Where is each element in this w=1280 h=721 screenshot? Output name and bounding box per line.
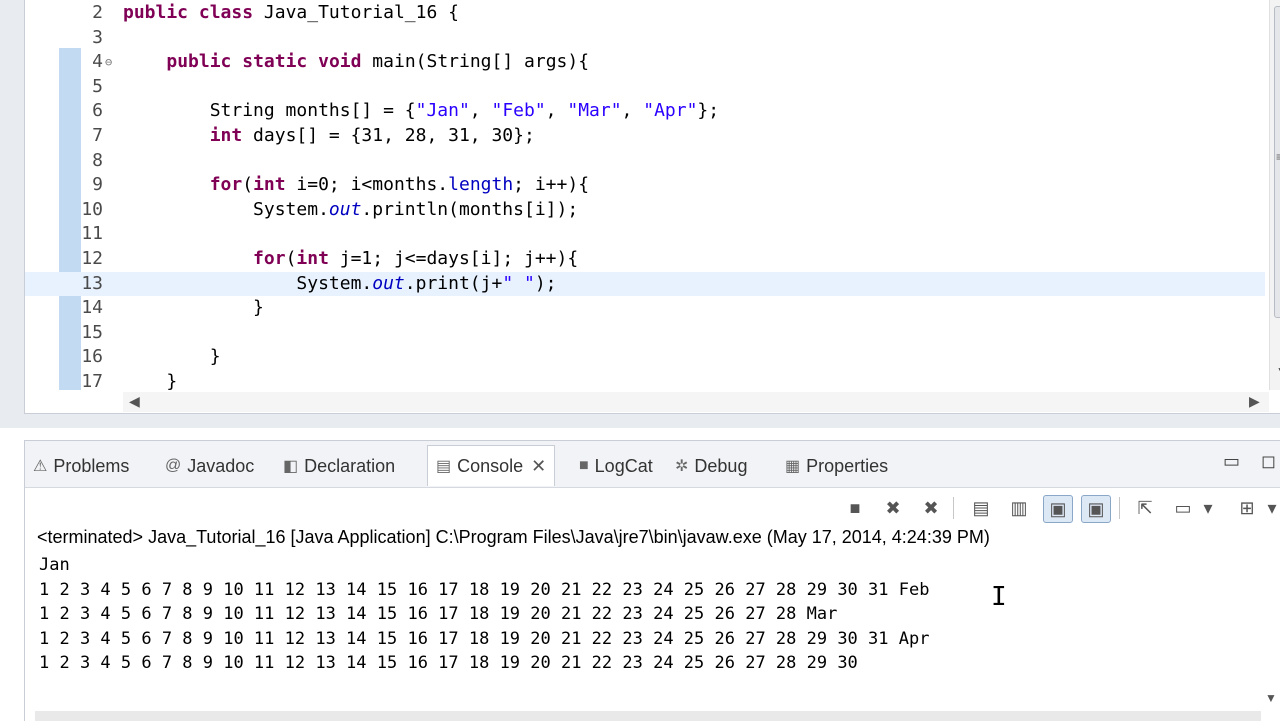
tab-logcat[interactable]: ■ LogCat bbox=[579, 453, 653, 479]
clear-console-icon[interactable]: ▥ bbox=[1005, 495, 1033, 521]
scroll-grip-icon: ≡ bbox=[1276, 150, 1280, 164]
tab-label: Debug bbox=[694, 455, 748, 476]
line-number: 4 bbox=[92, 51, 103, 73]
tab-label: Javadoc bbox=[187, 455, 255, 476]
tab-declaration[interactable]: ◧ Declaration bbox=[283, 453, 395, 479]
console-status-line: <terminated> Java_Tutorial_16 [Java Appl… bbox=[37, 527, 990, 547]
view-tabs: ▭ ◻ ⚠ Problems @ Javadoc ◧ Declaration ▤ Consol… bbox=[25, 441, 1280, 488]
console-toolbar: ■ ✖ ✖ ▤ ▥ ▣ ▣ ⇱ ▭ ▾ ⊞ ▾ bbox=[25, 489, 1280, 527]
code-line[interactable]: 8 bbox=[25, 149, 1265, 173]
code-line[interactable]: 12 for(int j=1; j<=days[i]; j++){ bbox=[25, 247, 1265, 271]
tab-properties[interactable]: ▦ Properties bbox=[785, 453, 888, 479]
code-text: public static void main(String[] args){ bbox=[166, 51, 590, 73]
code-text: System.out.println(months[i]); bbox=[123, 198, 579, 220]
line-number: 17 bbox=[81, 371, 103, 390]
logcat-icon: ■ bbox=[579, 457, 589, 474]
code-text: System.out.print(j+" "); bbox=[123, 272, 557, 294]
code-line[interactable]: 17 } bbox=[25, 370, 1265, 390]
line-number: 8 bbox=[92, 149, 103, 171]
tab-label: LogCat bbox=[594, 455, 653, 476]
scroll-right-arrow-icon[interactable]: ▶ bbox=[1249, 393, 1260, 410]
pin-console-icon[interactable]: ⇱ bbox=[1131, 495, 1159, 521]
code-line[interactable]: 15 bbox=[25, 321, 1265, 345]
terminate-icon[interactable]: ■ bbox=[841, 495, 869, 521]
line-number: 10 bbox=[81, 198, 103, 220]
code-line[interactable]: 10 System.out.println(months[i]); bbox=[25, 198, 1265, 222]
dropdown-icon[interactable]: ▾ bbox=[1201, 495, 1215, 521]
code-line[interactable]: 4 ⊖ public static void main(String[] args… bbox=[25, 50, 1265, 74]
code-text: public class Java_Tutorial_16 { bbox=[123, 2, 459, 23]
console-output[interactable]: Jan 1 2 3 4 5 6 7 8 9 10 11 12 13 14 15 … bbox=[39, 553, 1259, 703]
toolbar-separator bbox=[953, 497, 954, 519]
code-line[interactable]: 11 bbox=[25, 222, 1265, 246]
scroll-left-arrow-icon[interactable]: ◀ bbox=[129, 393, 140, 410]
line-number: 12 bbox=[81, 248, 103, 269]
console-vertical-scrollbar[interactable]: ▼ bbox=[1261, 551, 1280, 711]
code-line[interactable]: 2 public class Java_Tutorial_16 { bbox=[25, 1, 1265, 25]
line-number: 15 bbox=[81, 321, 103, 343]
tab-debug[interactable]: ✲ Debug bbox=[675, 453, 747, 479]
text-cursor-icon: I bbox=[991, 582, 1007, 612]
code-lines[interactable]: 2 public class Java_Tutorial_16 {3 4 ⊖ publ… bbox=[25, 0, 1265, 390]
code-text: int days[] = {31, 28, 31, 30}; bbox=[209, 125, 535, 146]
code-line[interactable]: 6 String months[] = {"Jan", "Feb", "Mar"… bbox=[25, 99, 1265, 123]
tab-label: Declaration bbox=[304, 455, 396, 476]
code-text: } bbox=[123, 346, 221, 368]
maximize-icon[interactable]: ◻ bbox=[1261, 451, 1276, 472]
line-number: 14 bbox=[81, 297, 103, 319]
code-text: } bbox=[123, 297, 264, 319]
code-text: } bbox=[123, 371, 178, 390]
remove-all-icon[interactable]: ✖ bbox=[917, 495, 945, 521]
code-line[interactable]: 16 } bbox=[25, 345, 1265, 369]
line-number: 7 bbox=[92, 125, 103, 146]
code-text: String months[] = {"Jan", "Feb", "Mar", … bbox=[123, 100, 720, 122]
declaration-icon: ◧ bbox=[283, 458, 299, 475]
line-number: 11 bbox=[81, 223, 103, 245]
line-number: 16 bbox=[81, 346, 103, 368]
code-line[interactable]: 13 System.out.print(j+" "); bbox=[25, 271, 1265, 296]
tab-javadoc[interactable]: @ Javadoc bbox=[165, 453, 254, 479]
editor-horizontal-scrollbar[interactable]: ◀ ▶ bbox=[123, 392, 1269, 412]
scroll-lock-icon[interactable]: ▤ bbox=[967, 495, 995, 521]
show-on-stdout-icon[interactable]: ▣ bbox=[1043, 495, 1073, 523]
tab-label: Console bbox=[457, 455, 524, 476]
problems-icon: ⚠ bbox=[33, 458, 48, 475]
line-number: 13 bbox=[81, 272, 103, 294]
code-line[interactable]: 5 bbox=[25, 75, 1265, 99]
code-line[interactable]: 3 bbox=[25, 26, 1265, 50]
remove-launch-icon[interactable]: ✖ bbox=[879, 495, 907, 521]
line-number: 5 bbox=[92, 75, 103, 97]
code-editor[interactable]: 2 public class Java_Tutorial_16 {3 4 ⊖ publ… bbox=[24, 0, 1280, 414]
scroll-down-arrow-icon[interactable]: ▼ bbox=[1276, 364, 1280, 378]
code-line[interactable]: 7 int days[] = {31, 28, 31, 30}; bbox=[25, 124, 1265, 148]
code-line[interactable]: 9 for(int i=0; i<months.length; i++){ bbox=[25, 173, 1265, 197]
open-console-icon[interactable]: ⊞ bbox=[1233, 495, 1261, 521]
editor-vertical-scrollbar[interactable]: ≡ ▼ bbox=[1269, 0, 1280, 390]
show-on-stderr-icon[interactable]: ▣ bbox=[1081, 495, 1111, 523]
toolbar-separator bbox=[1119, 497, 1120, 519]
console-view: ▭ ◻ ⚠ Problems @ Javadoc ◧ Declaration ▤ Consol… bbox=[24, 440, 1280, 721]
minimize-icon[interactable]: ▭ bbox=[1223, 451, 1240, 472]
debug-icon: ✲ bbox=[675, 458, 689, 475]
tab-console[interactable]: ▤ Console ✕ bbox=[427, 445, 556, 486]
properties-icon: ▦ bbox=[785, 458, 801, 475]
code-text: for(int j=1; j<=days[i]; j++){ bbox=[253, 248, 579, 269]
code-editor-area: 2 public class Java_Tutorial_16 {3 4 ⊖ publ… bbox=[0, 0, 1280, 428]
tab-problems[interactable]: ⚠ Problems bbox=[33, 453, 129, 479]
line-number: 2 bbox=[92, 2, 103, 23]
scroll-down-arrow-icon[interactable]: ▼ bbox=[1265, 691, 1277, 705]
close-tab-icon[interactable]: ✕ bbox=[531, 456, 546, 477]
code-text: for(int i=0; i<months.length; i++){ bbox=[209, 174, 590, 196]
line-number: 6 bbox=[92, 100, 103, 122]
dropdown-icon[interactable]: ▾ bbox=[1265, 495, 1279, 521]
code-line[interactable]: 14 } bbox=[25, 296, 1265, 320]
javadoc-icon: @ bbox=[165, 457, 182, 474]
line-number: 9 bbox=[92, 174, 103, 196]
tab-label: Problems bbox=[53, 455, 130, 476]
console-icon: ▤ bbox=[436, 458, 452, 475]
display-console-icon[interactable]: ▭ bbox=[1169, 495, 1197, 521]
tab-label: Properties bbox=[806, 455, 889, 476]
fold-toggle-icon[interactable]: ⊖ bbox=[105, 50, 112, 74]
line-number: 3 bbox=[92, 26, 103, 48]
